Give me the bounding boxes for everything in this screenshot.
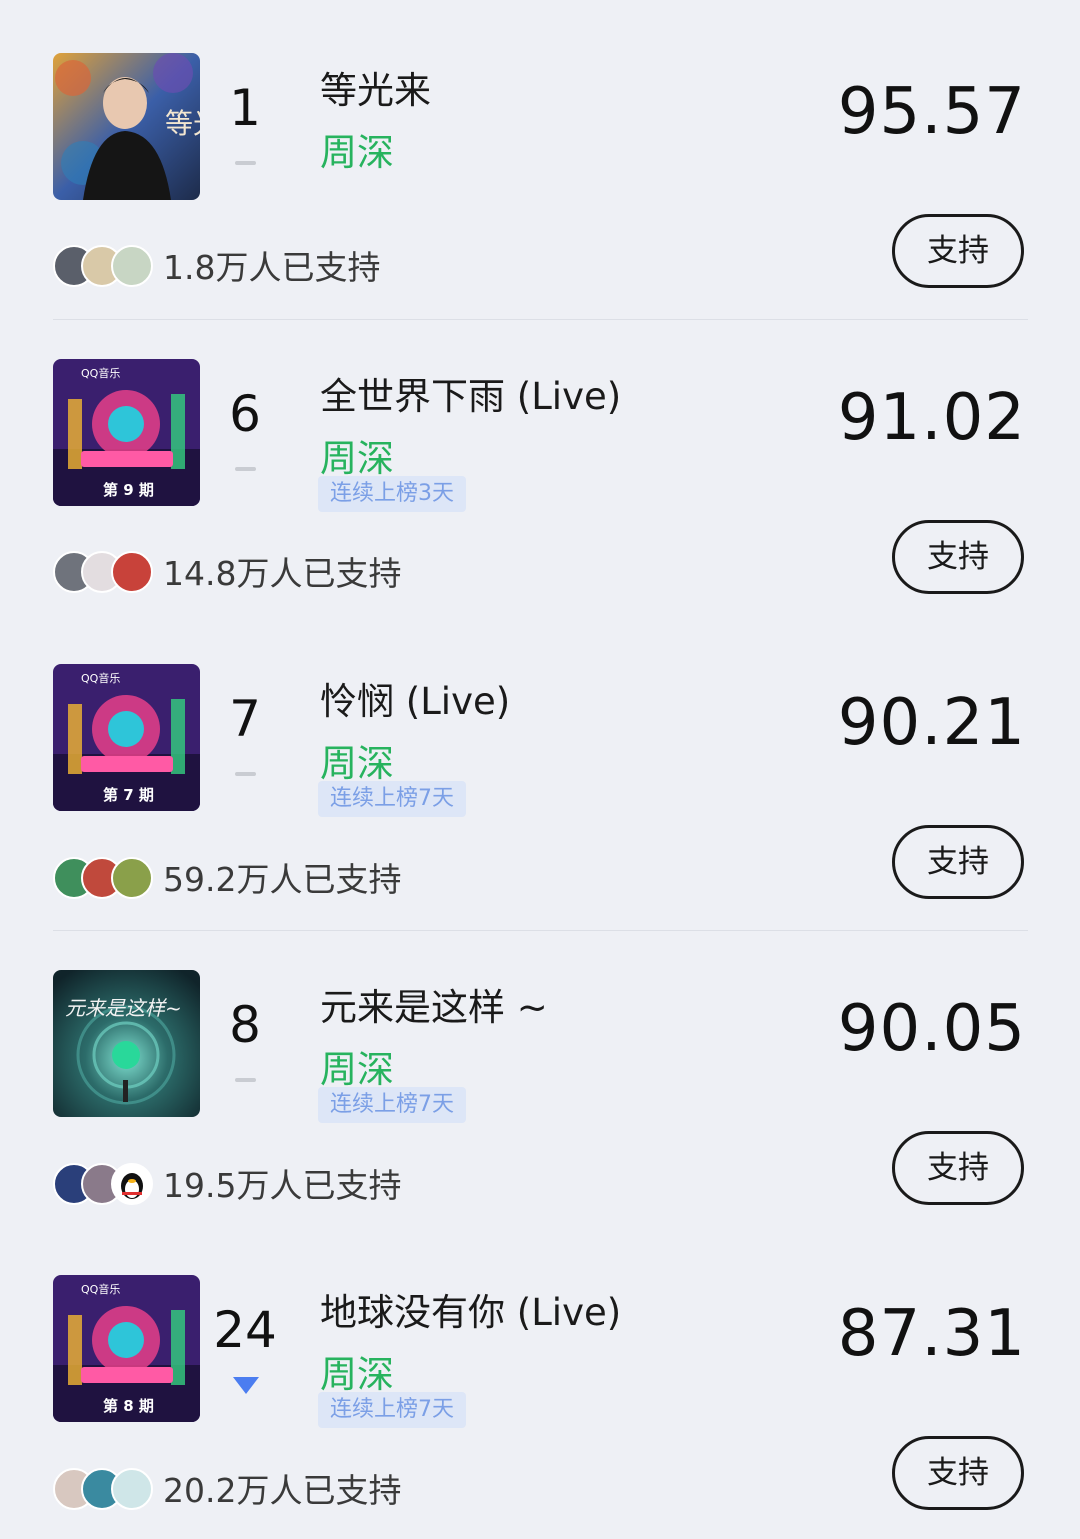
song-entry[interactable]: QQ音乐 第 9 期 6 全世界下雨 (Live) 周深 连续上榜3天 91.0… [0,306,1080,612]
penguin-icon [121,1173,143,1199]
cover-episode-text: 第 8 期 [103,1397,154,1415]
cover-title-text: 元来是这样~ [65,996,182,1020]
song-entry[interactable]: 元来是这样~ 8 元来是这样 ~ 周深 连续上榜7天 90.05 19.5万人已… [0,917,1080,1223]
rank-number: 7 [229,690,261,748]
score-value: 90.21 [837,686,1026,760]
supporter-avatars [53,1468,153,1510]
supporter-count: 14.8万人已支持 [163,554,402,593]
trend-flat-icon [235,161,256,165]
cover-episode-text: 第 7 期 [103,786,154,804]
song-entry[interactable]: QQ音乐 第 8 期 24 地球没有你 (Live) 周深 连续上榜7天 87.… [0,1222,1080,1528]
album-cover[interactable]: 等光来 [53,53,200,200]
score-value: 90.05 [837,992,1026,1066]
streak-badge: 连续上榜7天 [318,781,466,817]
artist-name[interactable]: 周深 [320,130,394,176]
rank-number: 8 [229,996,261,1054]
trend-flat-icon [235,467,256,471]
supporter-count: 20.2万人已支持 [163,1471,402,1510]
song-entry[interactable]: QQ音乐 第 7 期 7 怜悯 (Live) 周深 连续上榜7天 90.21 5… [0,611,1080,917]
avatar [111,1468,153,1510]
album-cover[interactable]: QQ音乐 第 8 期 [53,1275,200,1422]
cover-title-text: 等光来 [165,107,200,140]
song-title[interactable]: 全世界下雨 (Live) [320,374,621,420]
song-entry[interactable]: 等光来 1 等光来 周深 95.57 1.8万人已支持 支持 [0,0,1080,306]
cover-episode-text: 第 9 期 [103,481,154,499]
score-value: 87.31 [837,1297,1026,1371]
supporter-avatars [53,857,153,899]
cover-brand-text: QQ音乐 [81,366,120,380]
supporter-count: 59.2万人已支持 [163,860,402,899]
score-value: 95.57 [837,75,1026,149]
rank-number: 1 [229,79,261,137]
song-title[interactable]: 等光来 [320,68,431,114]
album-cover[interactable]: QQ音乐 第 9 期 [53,359,200,506]
streak-badge: 连续上榜3天 [318,476,466,512]
support-button[interactable]: 支持 [892,1131,1024,1205]
avatar [111,551,153,593]
supporter-avatars [53,245,153,287]
trend-flat-icon [235,1078,256,1082]
streak-badge: 连续上榜7天 [318,1392,466,1428]
score-value: 91.02 [837,381,1026,455]
support-button[interactable]: 支持 [892,1436,1024,1510]
supporter-count: 19.5万人已支持 [163,1166,402,1205]
song-title[interactable]: 地球没有你 (Live) [320,1290,621,1336]
streak-badge: 连续上榜7天 [318,1087,466,1123]
avatar [111,857,153,899]
support-button[interactable]: 支持 [892,520,1024,594]
supporter-avatars [53,551,153,593]
song-title[interactable]: 怜悯 (Live) [320,679,510,725]
song-title[interactable]: 元来是这样 ~ [320,985,548,1031]
support-button[interactable]: 支持 [892,214,1024,288]
rank-number: 6 [229,385,261,443]
supporter-avatars [53,1163,153,1205]
trend-flat-icon [235,772,256,776]
album-cover[interactable]: QQ音乐 第 7 期 [53,664,200,811]
cover-brand-text: QQ音乐 [81,671,120,685]
trend-down-icon [233,1377,259,1394]
cover-brand-text: QQ音乐 [81,1282,120,1296]
support-button[interactable]: 支持 [892,825,1024,899]
album-cover[interactable]: 元来是这样~ [53,970,200,1117]
supporter-count: 1.8万人已支持 [163,248,381,287]
avatar [111,245,153,287]
avatar [111,1163,153,1205]
rank-number: 24 [213,1301,277,1359]
